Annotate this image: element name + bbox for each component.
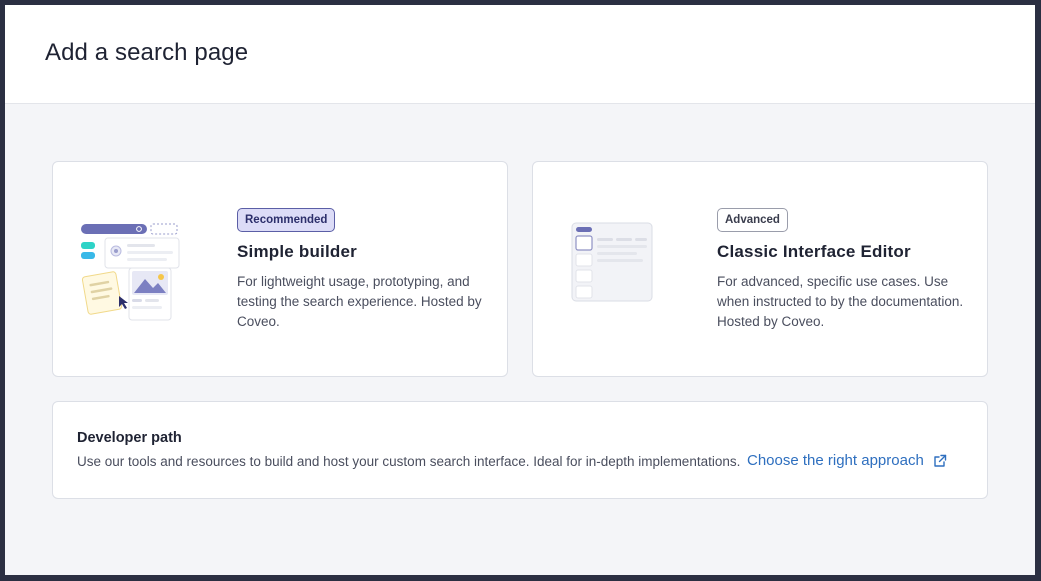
classic-interface-editor-card[interactable]: Advanced Classic Interface Editor For ad… bbox=[532, 161, 988, 377]
classic-editor-description: For advanced, specific use cases. Use wh… bbox=[717, 274, 964, 329]
simple-builder-description: For lightweight usage, prototyping, and … bbox=[237, 274, 482, 329]
classic-editor-title: Classic Interface Editor bbox=[717, 242, 911, 261]
search-page-builder-illustration-icon bbox=[79, 218, 189, 328]
simple-builder-card[interactable]: Recommended Simple builder For lightweig… bbox=[52, 161, 508, 377]
add-search-page-modal: Add a search page Recommended Simple bui… bbox=[5, 5, 1035, 575]
simple-builder-title: Simple builder bbox=[237, 242, 357, 261]
classic-editor-body: Advanced Classic Interface Editor For ad… bbox=[717, 208, 967, 332]
developer-path-card: Developer path Use our tools and resourc… bbox=[52, 401, 988, 499]
advanced-badge: Advanced bbox=[717, 208, 788, 232]
modal-title: Add a search page bbox=[45, 39, 249, 66]
modal-header: Add a search page bbox=[5, 5, 1035, 104]
developer-path-title: Developer path bbox=[77, 430, 182, 446]
external-link-icon bbox=[934, 454, 946, 467]
choose-right-approach-link[interactable]: Choose the right approach bbox=[747, 452, 947, 469]
recommended-badge: Recommended bbox=[237, 208, 336, 232]
interface-editor-illustration-icon bbox=[571, 222, 655, 306]
simple-builder-body: Recommended Simple builder For lightweig… bbox=[237, 208, 487, 332]
developer-path-description: Use our tools and resources to build and… bbox=[77, 454, 741, 469]
choose-right-approach-label: Choose the right approach bbox=[747, 452, 924, 469]
